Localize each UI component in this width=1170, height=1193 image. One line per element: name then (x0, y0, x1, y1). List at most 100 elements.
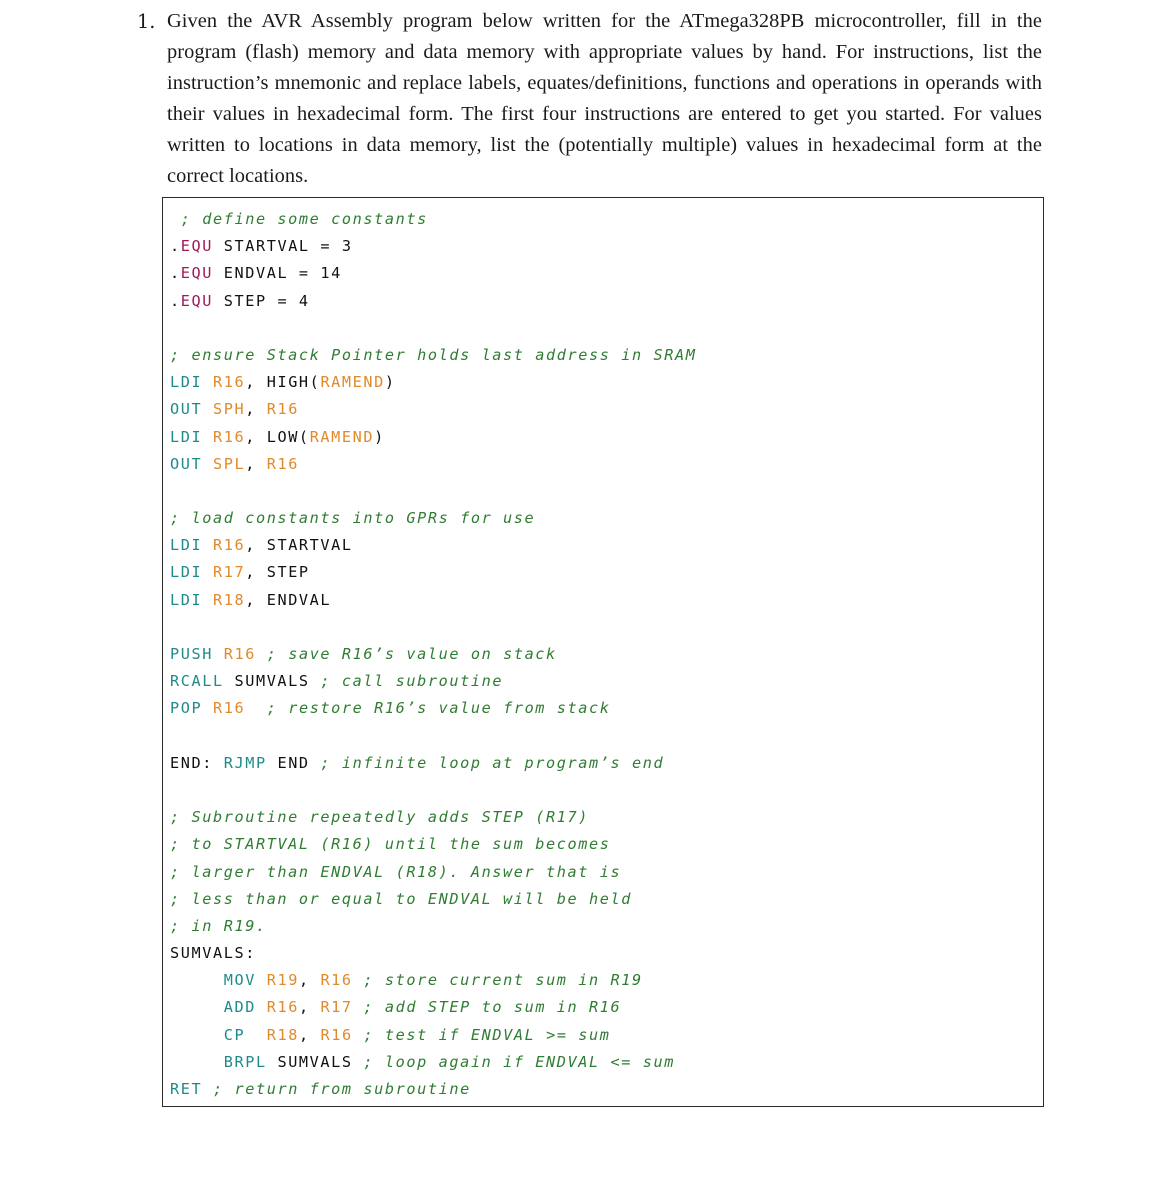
operand-token: R16 (212, 427, 246, 446)
code-line: BRPL SUMVALS ; loop again if ENDVAL <= s… (170, 1049, 696, 1076)
instruction-token: ADD (223, 998, 256, 1017)
comment-token: ; return from subroutine (212, 1080, 471, 1098)
comment-token: ; add STEP to sum in R16 (363, 998, 622, 1017)
instruction-token: RJMP (223, 753, 267, 772)
code-line: ; load constants into GPRs for use (170, 505, 696, 532)
code-line: PUSH R16 ; save R16’s value on stack (170, 641, 696, 668)
instruction-token: LDI (170, 373, 203, 392)
code-line: ; larger than ENDVAL (R18). Answer that … (170, 859, 696, 886)
instruction-token: LDI (170, 563, 203, 582)
code-line: CP R18, R16 ; test if ENDVAL >= sum (170, 1022, 696, 1049)
code-line: LDI R17, STEP (170, 559, 696, 586)
operand-token: SPL (212, 454, 246, 473)
operand-token: R16 (266, 454, 299, 473)
operand-token: R17 (212, 563, 246, 582)
code-line: LDI R16, HIGH(RAMEND) (170, 369, 696, 396)
operand-token: RAMEND (320, 373, 385, 392)
text-token: END: (170, 753, 224, 772)
code-line: .EQU STARTVAL = 3 (170, 233, 696, 260)
instruction-token: RCALL (170, 672, 224, 691)
operand-token: R16 (212, 373, 246, 392)
instruction-token: LDI (170, 590, 203, 609)
instruction-token: OUT (170, 400, 203, 419)
code-line: ; Subroutine repeatedly adds STEP (R17) (170, 804, 696, 831)
text-token: , (298, 971, 321, 990)
operand-token: R19 (266, 971, 299, 990)
code-line: .EQU ENDVAL = 14 (170, 260, 696, 287)
code-line: MOV R19, R16 ; store current sum in R19 (170, 967, 696, 994)
code-line: ; ensure Stack Pointer holds last addres… (170, 342, 696, 369)
text-token: ) (374, 427, 385, 446)
operand-token: R16 (320, 971, 353, 990)
text-token: , HIGH( (245, 373, 321, 392)
comment-token: ; save R16’s value on stack (266, 645, 557, 663)
text-token: , STARTVAL (245, 536, 353, 555)
instruction-token: LDI (170, 427, 203, 446)
text-token: . (170, 291, 181, 310)
text-token: , (298, 1025, 321, 1044)
text-token: , ENDVAL (245, 590, 332, 609)
code-line: ; in R19. (170, 913, 696, 940)
instruction-token: PUSH (170, 645, 213, 663)
code-line: ; to STARTVAL (R16) until the sum become… (170, 831, 696, 858)
instruction-token: CP (223, 1025, 246, 1044)
operand-token: R16 (212, 536, 246, 555)
operand-token: SPH (212, 400, 246, 419)
comment-token: ; restore R16’s value from stack (266, 699, 611, 718)
comment-token: ; infinite loop at program’s end (320, 753, 665, 772)
text-token: ENDVAL = 14 (212, 264, 342, 283)
text-token: , (298, 998, 321, 1017)
comment-token: ; larger than ENDVAL (R18). Answer that … (170, 862, 622, 881)
operand-token: R16 (266, 400, 299, 419)
question-text: Given the AVR Assembly program below wri… (167, 10, 1042, 187)
comment-token: ; test if ENDVAL >= sum (363, 1025, 611, 1044)
operand-token: R18 (266, 1025, 299, 1044)
instruction-token: LDI (170, 536, 203, 555)
instruction-token: BRPL (223, 1052, 267, 1071)
code-line: OUT SPH, R16 (170, 396, 696, 423)
directive-token: EQU (180, 264, 213, 283)
comment-token: ; Subroutine repeatedly adds STEP (R17) (170, 808, 590, 827)
text-token: END (266, 753, 321, 772)
operand-token: R16 (212, 699, 246, 718)
comment-token: ; to STARTVAL (R16) until the sum become… (170, 835, 611, 854)
code-line: ADD R16, R17 ; add STEP to sum in R16 (170, 994, 696, 1021)
comment-token: ; define some constants (170, 210, 428, 228)
text-token: SUMVALS (266, 1052, 364, 1071)
instruction-token: POP (170, 699, 203, 718)
directive-token: EQU (180, 291, 213, 310)
directive-token: EQU (180, 237, 213, 256)
operand-token: R16 (266, 998, 299, 1017)
operand-token: R18 (212, 590, 246, 609)
code-line: LDI R16, LOW(RAMEND) (170, 424, 696, 451)
code-line: SUMVALS: (170, 940, 696, 967)
comment-token: ; less than or equal to ENDVAL will be h… (170, 889, 632, 908)
code-line: POP R16 ; restore R16’s value from stack (170, 695, 696, 722)
comment-token: ; call subroutine (320, 672, 504, 691)
code-listing: ; define some constants .EQU STARTVAL = 3… (170, 206, 696, 1103)
text-token: , LOW( (245, 427, 310, 446)
text-token: STEP = 4 (212, 291, 310, 310)
question: 1. Given the AVR Assembly program below … (137, 6, 1042, 192)
text-token: , (245, 400, 267, 419)
question-number: 1. (137, 10, 156, 33)
text-token: . (170, 264, 181, 283)
instruction-token: OUT (170, 454, 203, 473)
instruction-token: RET (170, 1080, 203, 1098)
code-line: ; define some constants (170, 206, 696, 233)
operand-token: R16 (223, 645, 256, 663)
text-token: SUMVALS: (170, 944, 256, 963)
